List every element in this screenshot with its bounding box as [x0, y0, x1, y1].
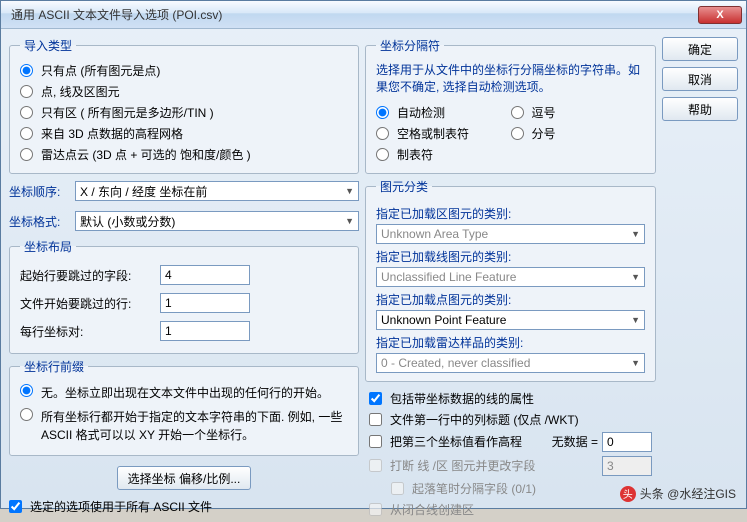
- chevron-down-icon: ▼: [345, 216, 354, 226]
- break-field-input: [602, 456, 652, 476]
- coord-prefix-group: 坐标行前缀 无。坐标立即出现在文本文件中出现的任何行的开始。 所有坐标行都开始于…: [9, 358, 359, 456]
- classification-group: 图元分类 指定已加载区图元的类别: Unknown Area Type▼ 指定已…: [365, 178, 656, 382]
- coord-format-label: 坐标格式:: [9, 213, 69, 230]
- import-type-legend: 导入类型: [20, 37, 76, 54]
- point-class-select[interactable]: Unknown Point Feature▼: [376, 310, 645, 330]
- delim-space[interactable]: [376, 127, 389, 140]
- coord-layout-group: 坐标布局 起始行要跳过的字段: 文件开始要跳过的行: 每行坐标对:: [9, 238, 359, 354]
- coord-delim-group: 坐标分隔符 选择用于从文件中的坐标行分隔坐标的字符串。如果您不确定, 选择自动检…: [365, 37, 656, 174]
- lidar-class-select[interactable]: 0 - Created, never classified▼: [376, 353, 645, 373]
- chevron-down-icon: ▼: [631, 358, 640, 368]
- line-class-select[interactable]: Unclassified Line Feature▼: [376, 267, 645, 287]
- coord-prefix-legend: 坐标行前缀: [20, 358, 88, 375]
- first-row-headers-checkbox[interactable]: [369, 413, 382, 426]
- ok-button[interactable]: 确定: [662, 37, 738, 61]
- prefix-string[interactable]: [20, 408, 33, 421]
- nodata-input[interactable]: [602, 432, 652, 452]
- skip-lines-input[interactable]: [160, 293, 250, 313]
- offset-scale-button[interactable]: 选择坐标 偏移/比例...: [117, 466, 252, 490]
- close-button[interactable]: X: [698, 6, 742, 24]
- area-class-select[interactable]: Unknown Area Type▼: [376, 224, 645, 244]
- closed-line-area-checkbox: [369, 503, 382, 516]
- pen-delim-checkbox: [391, 482, 404, 495]
- import-type-lidar[interactable]: [20, 148, 33, 161]
- delim-semicolon[interactable]: [511, 127, 524, 140]
- import-type-elev[interactable]: [20, 127, 33, 140]
- delim-comma[interactable]: [511, 106, 524, 119]
- import-type-points[interactable]: [20, 64, 33, 77]
- chevron-down-icon: ▼: [345, 186, 354, 196]
- window-title: 通用 ASCII 文本文件导入选项 (POI.csv): [11, 6, 698, 23]
- delim-auto[interactable]: [376, 106, 389, 119]
- import-type-area[interactable]: [20, 106, 33, 119]
- delim-tab[interactable]: [376, 148, 389, 161]
- break-field-checkbox: [369, 459, 382, 472]
- skip-fields-input[interactable]: [160, 265, 250, 285]
- chevron-down-icon: ▼: [631, 315, 640, 325]
- titlebar: 通用 ASCII 文本文件导入选项 (POI.csv) X: [1, 1, 746, 29]
- classification-legend: 图元分类: [376, 178, 432, 195]
- watermark: 头头条 @水经注GIS: [620, 485, 736, 502]
- cancel-button[interactable]: 取消: [662, 67, 738, 91]
- chevron-down-icon: ▼: [631, 229, 640, 239]
- coord-delim-legend: 坐标分隔符: [376, 37, 444, 54]
- apply-all-checkbox[interactable]: [9, 500, 22, 513]
- pairs-input[interactable]: [160, 321, 250, 341]
- coord-order-label: 坐标顺序:: [9, 183, 69, 200]
- include-attrs-checkbox[interactable]: [369, 392, 382, 405]
- import-type-group: 导入类型 只有点 (所有图元是点) 点, 线及区图元 只有区 ( 所有图元是多边…: [9, 37, 359, 174]
- import-type-mixed[interactable]: [20, 85, 33, 98]
- coord-order-select[interactable]: X / 东向 / 经度 坐标在前▼: [75, 181, 359, 201]
- toutiao-icon: 头: [620, 486, 636, 502]
- coord-format-select[interactable]: 默认 (小数或分数)▼: [75, 211, 359, 231]
- third-elev-checkbox[interactable]: [369, 435, 382, 448]
- coord-layout-legend: 坐标布局: [20, 238, 76, 255]
- help-button[interactable]: 帮助: [662, 97, 738, 121]
- prefix-none[interactable]: [20, 384, 33, 397]
- chevron-down-icon: ▼: [631, 272, 640, 282]
